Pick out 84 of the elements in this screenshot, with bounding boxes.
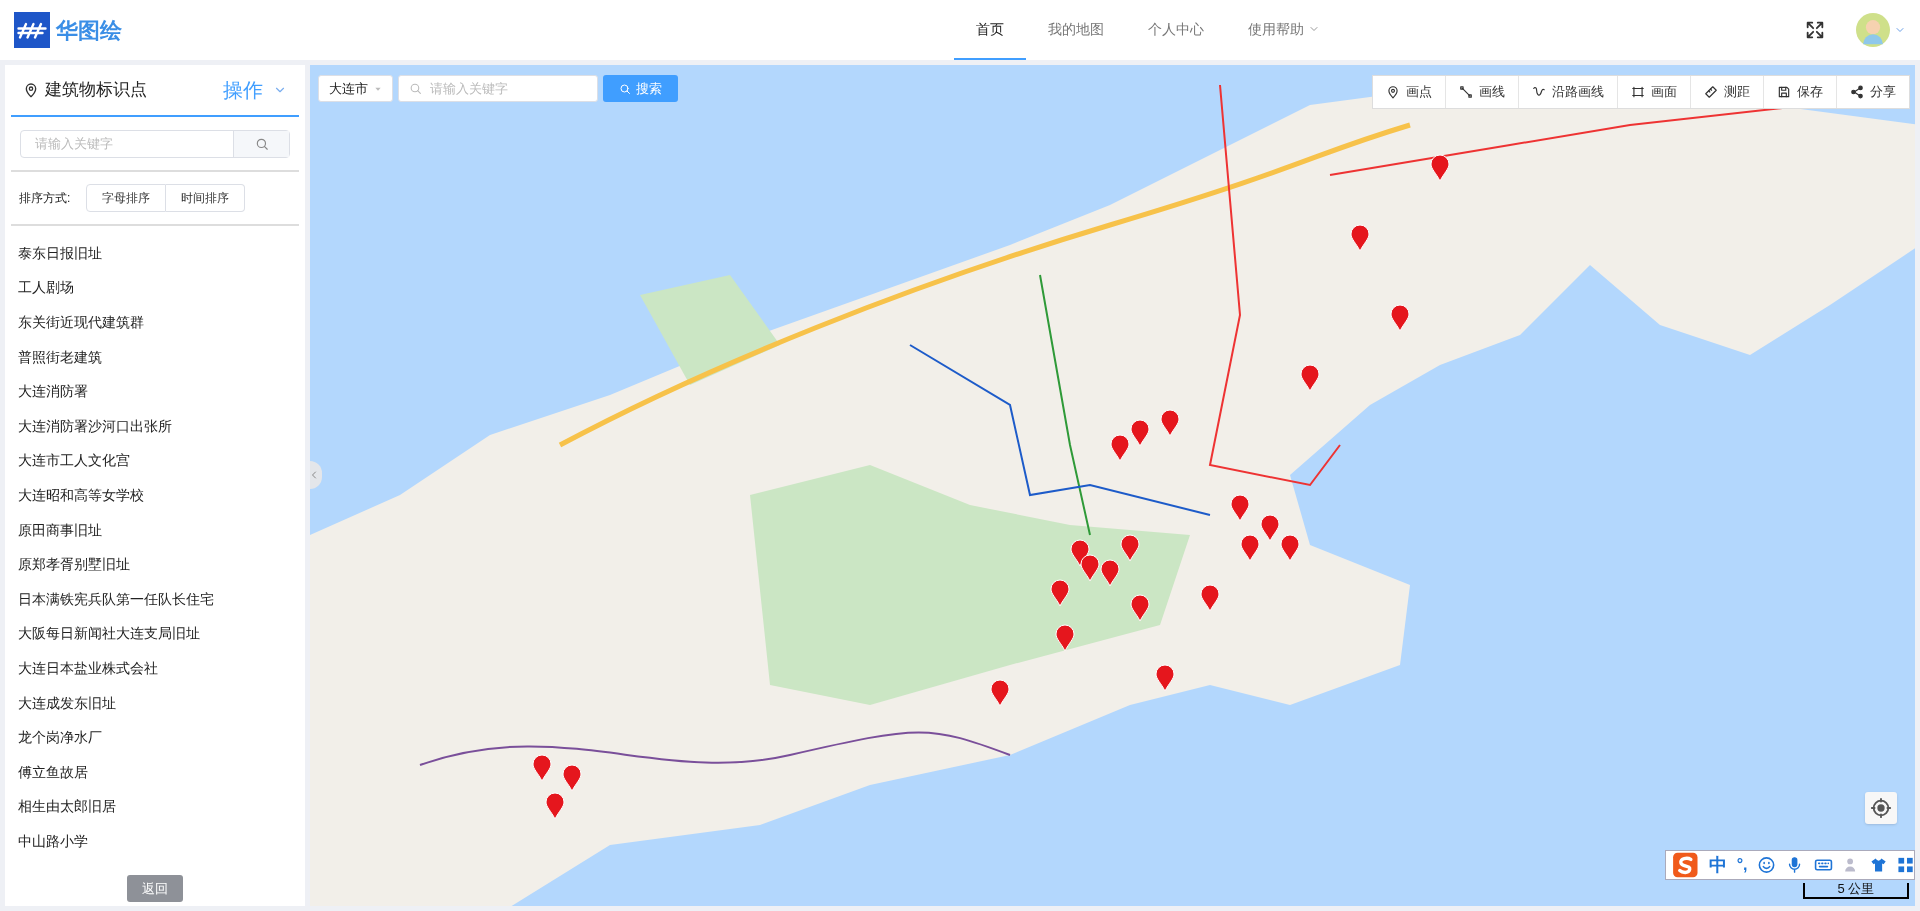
list-item[interactable]: 原郑孝胥别墅旧址	[18, 547, 292, 582]
map-pin-icon[interactable]	[990, 679, 1010, 707]
nav-tab[interactable]: 首页	[954, 0, 1026, 60]
list-item[interactable]: 大连昭和高等女学校	[18, 478, 292, 513]
nav-tab[interactable]: 使用帮助	[1226, 0, 1342, 60]
map-pin-icon[interactable]	[1230, 494, 1250, 522]
tool-button[interactable]: 分享	[1836, 76, 1909, 108]
tool-button[interactable]: 沿路画线	[1518, 76, 1617, 108]
tool-button[interactable]: 保存	[1763, 76, 1836, 108]
search-input[interactable]: 请输入关键字	[430, 78, 587, 99]
tool-button[interactable]: 画线	[1445, 76, 1518, 108]
map-pin-icon[interactable]	[1240, 534, 1260, 562]
map-pin-icon[interactable]	[1100, 559, 1120, 587]
map-pin-icon[interactable]	[1390, 304, 1410, 332]
list-item[interactable]: 大阪每日新闻社大连支局旧址	[18, 616, 292, 652]
search-icon	[409, 82, 422, 95]
input-method-logo-icon[interactable]	[1672, 851, 1699, 879]
search-icon	[619, 82, 631, 95]
location-pin-icon	[23, 82, 39, 98]
sort-button[interactable]: 字母排序	[86, 184, 167, 212]
list-item[interactable]: 工人剧场	[18, 270, 292, 306]
fullscreen-icon[interactable]	[1804, 19, 1826, 41]
map-pin-icon[interactable]	[1080, 554, 1100, 582]
map-pin-icon[interactable]	[1430, 154, 1450, 182]
panel-title: 建筑物标识点	[45, 79, 147, 102]
list-item[interactable]: 大连日本盐业株式会社	[18, 651, 292, 686]
list-item[interactable]: 傅立鱼故居	[18, 754, 292, 790]
target-icon	[1870, 797, 1892, 819]
route-icon	[1532, 85, 1546, 99]
tool-button[interactable]: 画面	[1617, 76, 1690, 108]
list-item[interactable]: 东关街近现代建筑群	[18, 305, 292, 340]
location-pin-icon	[1386, 85, 1400, 99]
list-item[interactable]: 大连消防署	[18, 374, 292, 409]
list-item[interactable]: 泰东日报旧址	[18, 236, 292, 271]
map-pin-icon[interactable]	[1350, 224, 1370, 252]
map-pin-icon[interactable]	[1120, 534, 1140, 562]
nav-tab[interactable]: 个人中心	[1126, 0, 1226, 60]
locate-button[interactable]	[1865, 792, 1897, 824]
tool-button[interactable]: 画点	[1373, 76, 1445, 108]
map-pin-icon[interactable]	[1130, 419, 1150, 447]
map-pin-icon[interactable]	[1055, 624, 1075, 652]
city-dropdown[interactable]: 大连市	[318, 75, 393, 102]
list-item[interactable]: 相生由太郎旧居	[18, 789, 292, 825]
list-item[interactable]: 中山路小学	[18, 824, 292, 859]
save-icon	[1777, 85, 1791, 99]
map-pin-icon[interactable]	[562, 764, 582, 792]
search-field[interactable]: 请输入关键字	[20, 130, 290, 158]
map-pin-icon[interactable]	[1260, 514, 1280, 542]
search-field[interactable]: 请输入关键字	[398, 75, 598, 102]
map-pin-icon[interactable]	[1160, 409, 1180, 437]
list-item[interactable]: 龙个岗净水厂	[18, 720, 292, 755]
map-pin-icon[interactable]	[1300, 364, 1320, 392]
sort-button[interactable]: 时间排序	[166, 184, 246, 212]
map-pin-icon[interactable]	[1070, 539, 1090, 567]
smiley-icon[interactable]	[1757, 855, 1777, 875]
nav-tab[interactable]: 我的地图	[1026, 0, 1126, 60]
map-pin-icon[interactable]	[1155, 664, 1175, 692]
line-icon	[1459, 85, 1473, 99]
logo-icon	[14, 12, 50, 48]
map-pin-icon[interactable]	[532, 754, 552, 782]
ruler-icon	[1704, 85, 1718, 99]
map-pin-icon[interactable]	[1200, 584, 1220, 612]
map-pin-icon[interactable]	[1130, 594, 1150, 622]
search-icon[interactable]	[254, 137, 269, 151]
grid-icon[interactable]	[1896, 856, 1914, 874]
map-pin-icon[interactable]	[545, 792, 565, 820]
map-pin-icon[interactable]	[1050, 579, 1070, 607]
list-item[interactable]: 原田商事旧址	[18, 512, 292, 548]
list-item[interactable]: 普照街老建筑	[18, 339, 292, 375]
list-item[interactable]: 大连成发东旧址	[18, 685, 292, 721]
logo-text: 华图绘	[56, 16, 122, 45]
scale-bar: 5 公里	[1803, 883, 1909, 899]
list-item[interactable]: 日本满铁宪兵队第一任队长住宅	[18, 581, 292, 617]
list-item[interactable]: 大连消防署沙河口出张所	[18, 408, 292, 444]
shirt-icon[interactable]	[1869, 856, 1887, 874]
ime-mode-button[interactable]: 中	[1708, 851, 1727, 879]
list-item[interactable]: 大连市工人文化宫	[18, 443, 292, 479]
share-icon	[1850, 85, 1864, 99]
search-input[interactable]: 请输入关键字	[21, 131, 233, 157]
tool-button[interactable]: 测距	[1690, 76, 1763, 108]
sort-label: 排序方式:	[19, 190, 71, 207]
ime-punctuation-button[interactable]: °,	[1736, 853, 1748, 877]
map-pin-icon[interactable]	[1280, 534, 1300, 562]
map-pin-icon[interactable]	[1110, 434, 1130, 462]
